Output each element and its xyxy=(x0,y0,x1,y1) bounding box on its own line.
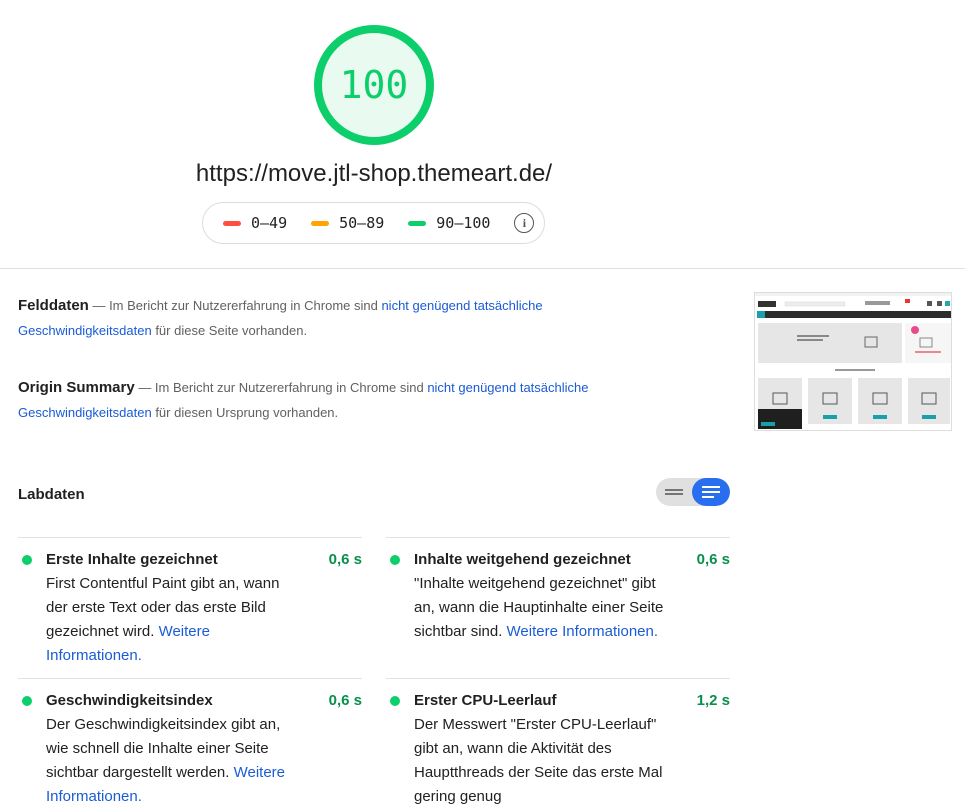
metric-description: Der Geschwindigkeitsindex gibt an, wie s… xyxy=(46,716,286,805)
origin-text: — Im Bericht zur Nutzererfahrung in Chro… xyxy=(134,380,428,395)
compact-view-button[interactable] xyxy=(656,478,692,506)
felddaten-section: Felddaten — Im Bericht zur Nutzererfahru… xyxy=(18,293,638,343)
metric-value: 0,6 s xyxy=(328,692,362,709)
pass-indicator-dot xyxy=(390,696,400,706)
pass-marker xyxy=(408,220,427,226)
metric-description: Der Messwert "Erster CPU-Leerlauf" gibt … xyxy=(414,716,663,805)
legend-label: 0–49 xyxy=(251,214,288,232)
felddaten-text-after: für diese Seite vorhanden. xyxy=(151,323,308,338)
score-legend: 0–49 50–89 90–100 i xyxy=(202,202,545,244)
legend-label: 50–89 xyxy=(339,214,385,232)
metric-title: Erste Inhalte gezeichnet xyxy=(46,551,218,568)
pass-indicator-dot xyxy=(22,696,32,706)
more-info-link[interactable]: Weitere Informationen. xyxy=(507,623,658,640)
legend-label: 90–100 xyxy=(436,214,491,232)
fail-marker xyxy=(223,220,241,226)
legend-item-average: 50–89 xyxy=(311,214,384,232)
tested-url: https://move.jtl-shop.themeart.de/ xyxy=(195,160,553,187)
expanded-lines-icon xyxy=(702,486,720,498)
metric-description: First Contentful Paint gibt an, wann der… xyxy=(46,575,280,664)
score-value: 100 xyxy=(339,63,409,107)
metric-divider xyxy=(386,678,730,679)
pass-indicator-dot xyxy=(390,555,400,565)
metric-title: Geschwindigkeitsindex xyxy=(46,692,213,709)
origin-text-after: für diesen Ursprung vorhanden. xyxy=(151,405,339,420)
felddaten-title: Felddaten xyxy=(18,297,89,314)
expanded-view-button[interactable] xyxy=(692,478,730,506)
page-screenshot-thumbnail xyxy=(754,292,952,431)
legend-item-pass: 90–100 xyxy=(408,214,490,232)
divider xyxy=(0,268,965,269)
view-toggle[interactable] xyxy=(656,478,730,506)
metric-value: 0,6 s xyxy=(328,551,362,568)
pass-indicator-dot xyxy=(22,555,32,565)
compact-lines-icon xyxy=(665,489,683,495)
origin-summary-section: Origin Summary — Im Bericht zur Nutzerer… xyxy=(18,375,638,425)
felddaten-text: — Im Bericht zur Nutzererfahrung in Chro… xyxy=(88,298,382,313)
metric-value: 0,6 s xyxy=(696,551,730,568)
metric-value: 1,2 s xyxy=(696,692,730,709)
metric-divider xyxy=(386,537,730,538)
labdaten-title: Labdaten xyxy=(18,486,85,503)
metric-divider xyxy=(18,678,362,679)
metric-title: Erster CPU-Leerlauf xyxy=(414,692,557,709)
average-marker xyxy=(311,220,330,226)
info-icon[interactable]: i xyxy=(514,213,535,233)
thumbnail-image xyxy=(755,293,951,429)
metric-divider xyxy=(18,537,362,538)
metric-description: "Inhalte weitgehend gezeichnet" gibt an,… xyxy=(414,575,664,640)
origin-summary-title: Origin Summary xyxy=(18,379,135,396)
legend-item-fail: 0–49 xyxy=(223,214,287,232)
metric-title: Inhalte weitgehend gezeichnet xyxy=(414,551,631,568)
